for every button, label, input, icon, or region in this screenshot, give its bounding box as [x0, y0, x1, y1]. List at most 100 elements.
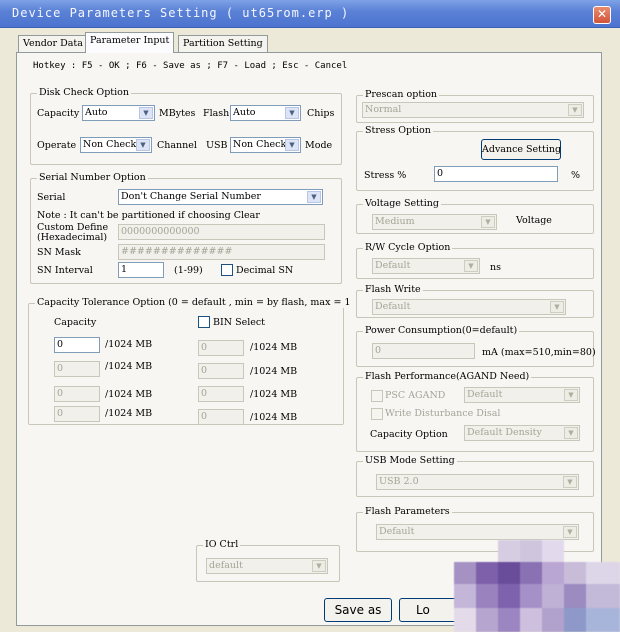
prescan-legend: Prescan option — [363, 89, 440, 100]
usb-mode-select-value: USB 2.0 — [379, 476, 419, 487]
custom-define-label: Custom Define (Hexadecimal) — [37, 223, 108, 243]
power-input[interactable]: 0 — [372, 343, 475, 359]
capacity-tolerance-input-2[interactable]: 0 — [54, 361, 100, 377]
decimal-sn-checkbox[interactable] — [221, 264, 233, 276]
sn-mask-input[interactable]: ############## — [118, 244, 325, 260]
tab-parameter-input[interactable]: Parameter Input — [85, 32, 175, 53]
stress-percent-sign: % — [571, 170, 581, 181]
chevron-down-icon: ▼ — [564, 389, 578, 401]
flash-write-select[interactable]: Default ▼ — [372, 299, 566, 315]
bin-input-2[interactable]: 0 — [198, 363, 244, 379]
chevron-down-icon: ▼ — [481, 216, 495, 228]
stress-percent-input[interactable]: 0 — [434, 166, 558, 182]
capacity-tolerance-input-3[interactable]: 0 — [54, 386, 100, 402]
operate-label: Operate — [37, 140, 77, 151]
hotkey-text: Hotkey : F5 - OK ; F6 - Save as ; F7 - L… — [33, 61, 348, 71]
chevron-down-icon: ▼ — [136, 139, 150, 151]
flash-select[interactable]: Auto ▼ — [230, 105, 301, 121]
unit-label: /1024 MB — [105, 389, 153, 400]
window-title: Device Parameters Setting ( ut65rom.erp … — [12, 6, 350, 20]
unit-label: /1024 MB — [105, 339, 153, 350]
close-button[interactable]: ✕ — [593, 6, 611, 24]
tab-vendor-data[interactable]: Vendor Data — [18, 35, 88, 52]
voltage-select-value: Medium — [375, 216, 415, 227]
capacity-option-select-value: Default Density — [467, 427, 542, 438]
rw-cycle-select-value: Default — [375, 260, 411, 271]
write-disturbance-checkbox[interactable] — [371, 408, 383, 420]
voltage-label: Voltage — [516, 215, 552, 226]
rw-cycle-legend: R/W Cycle Option — [363, 242, 453, 253]
bin-select-checkbox[interactable] — [198, 316, 210, 328]
serial-select[interactable]: Don't Change Serial Number ▼ — [118, 189, 323, 205]
advance-setting-button[interactable]: Advance Setting — [481, 139, 561, 160]
capacity-tolerance-input-4[interactable]: 0 — [54, 406, 100, 422]
tolerance-capacity-label: Capacity — [54, 317, 97, 328]
capacity-tolerance-legend: Capacity Tolerance Option (0 = default ,… — [35, 297, 353, 308]
flash-select-value: Auto — [233, 107, 256, 118]
chevron-down-icon: ▼ — [285, 107, 299, 119]
flash-params-legend: Flash Parameters — [363, 506, 452, 517]
prescan-select[interactable]: Normal ▼ — [362, 102, 584, 118]
rw-cycle-select[interactable]: Default ▼ — [372, 258, 480, 274]
usb-select[interactable]: Non Check ▼ — [230, 137, 301, 153]
serial-label: Serial — [37, 192, 66, 203]
unit-label: /1024 MB — [250, 366, 298, 377]
chips-label: Chips — [307, 108, 335, 119]
write-disturbance-label: Write Disturbance Disal — [385, 408, 501, 419]
disk-check-group: Disk Check Option — [30, 87, 342, 165]
chevron-down-icon: ▼ — [563, 526, 577, 538]
mode-label: Mode — [305, 140, 333, 151]
bin-select-label: BIN Select — [213, 317, 265, 328]
io-ctrl-select[interactable]: default ▼ — [206, 558, 328, 574]
custom-define-line2: (Hexadecimal) — [37, 232, 108, 243]
operate-select[interactable]: Non Check ▼ — [80, 137, 152, 153]
capacity-option-select[interactable]: Default Density ▼ — [464, 425, 580, 441]
chevron-down-icon: ▼ — [307, 191, 321, 203]
psc-agand-select[interactable]: Default ▼ — [464, 387, 580, 403]
chevron-down-icon: ▼ — [312, 560, 326, 572]
custom-define-input[interactable]: 0000000000000 — [118, 224, 325, 240]
save-as-button[interactable]: Save as — [324, 598, 392, 622]
stress-percent-label: Stress % — [364, 170, 407, 181]
flash-label: Flash — [203, 108, 230, 119]
chevron-down-icon: ▼ — [139, 107, 153, 119]
decimal-sn-label: Decimal SN — [236, 265, 294, 276]
bin-input-1[interactable]: 0 — [198, 340, 244, 356]
flash-params-select-value: Default — [379, 526, 415, 537]
bin-input-3[interactable]: 0 — [198, 386, 244, 402]
channel-label: Channel — [157, 140, 197, 151]
disk-check-legend: Disk Check Option — [37, 87, 131, 98]
sn-mask-label: SN Mask — [37, 247, 81, 258]
bin-input-4[interactable]: 0 — [198, 409, 244, 425]
capacity-tolerance-input-1[interactable]: 0 — [54, 337, 100, 353]
psc-agand-checkbox[interactable] — [371, 390, 383, 402]
voltage-select[interactable]: Medium ▼ — [372, 214, 497, 230]
serial-legend: Serial Number Option — [37, 172, 148, 183]
psc-agand-label: PSC AGAND — [385, 390, 446, 401]
flash-params-select[interactable]: Default ▼ — [376, 524, 579, 540]
capacity-select[interactable]: Auto ▼ — [82, 105, 155, 121]
unit-label: /1024 MB — [105, 361, 153, 372]
power-legend: Power Consumption(0=default) — [363, 325, 520, 336]
tab-partition-setting[interactable]: Partition Setting — [178, 35, 268, 52]
usb-select-value: Non Check — [233, 139, 287, 150]
usb-mode-legend: USB Mode Setting — [363, 455, 457, 466]
usb-label: USB — [206, 140, 228, 151]
chevron-down-icon: ▼ — [563, 476, 577, 488]
prescan-select-value: Normal — [365, 104, 402, 115]
psc-agand-select-value: Default — [467, 389, 503, 400]
usb-mode-select[interactable]: USB 2.0 ▼ — [376, 474, 579, 490]
unit-label: /1024 MB — [250, 342, 298, 353]
chevron-down-icon: ▼ — [285, 139, 299, 151]
unit-label: /1024 MB — [250, 412, 298, 423]
serial-select-value: Don't Change Serial Number — [121, 191, 261, 202]
sn-interval-label: SN Interval — [37, 265, 93, 276]
chevron-down-icon: ▼ — [568, 104, 582, 116]
flash-write-legend: Flash Write — [363, 284, 423, 295]
mbytes-label: MBytes — [159, 108, 196, 119]
sn-interval-input[interactable]: 1 — [118, 262, 164, 278]
capacity-label: Capacity — [37, 108, 80, 119]
io-ctrl-legend: IO Ctrl — [203, 539, 241, 550]
chevron-down-icon: ▼ — [564, 427, 578, 439]
voltage-legend: Voltage Setting — [363, 198, 441, 209]
